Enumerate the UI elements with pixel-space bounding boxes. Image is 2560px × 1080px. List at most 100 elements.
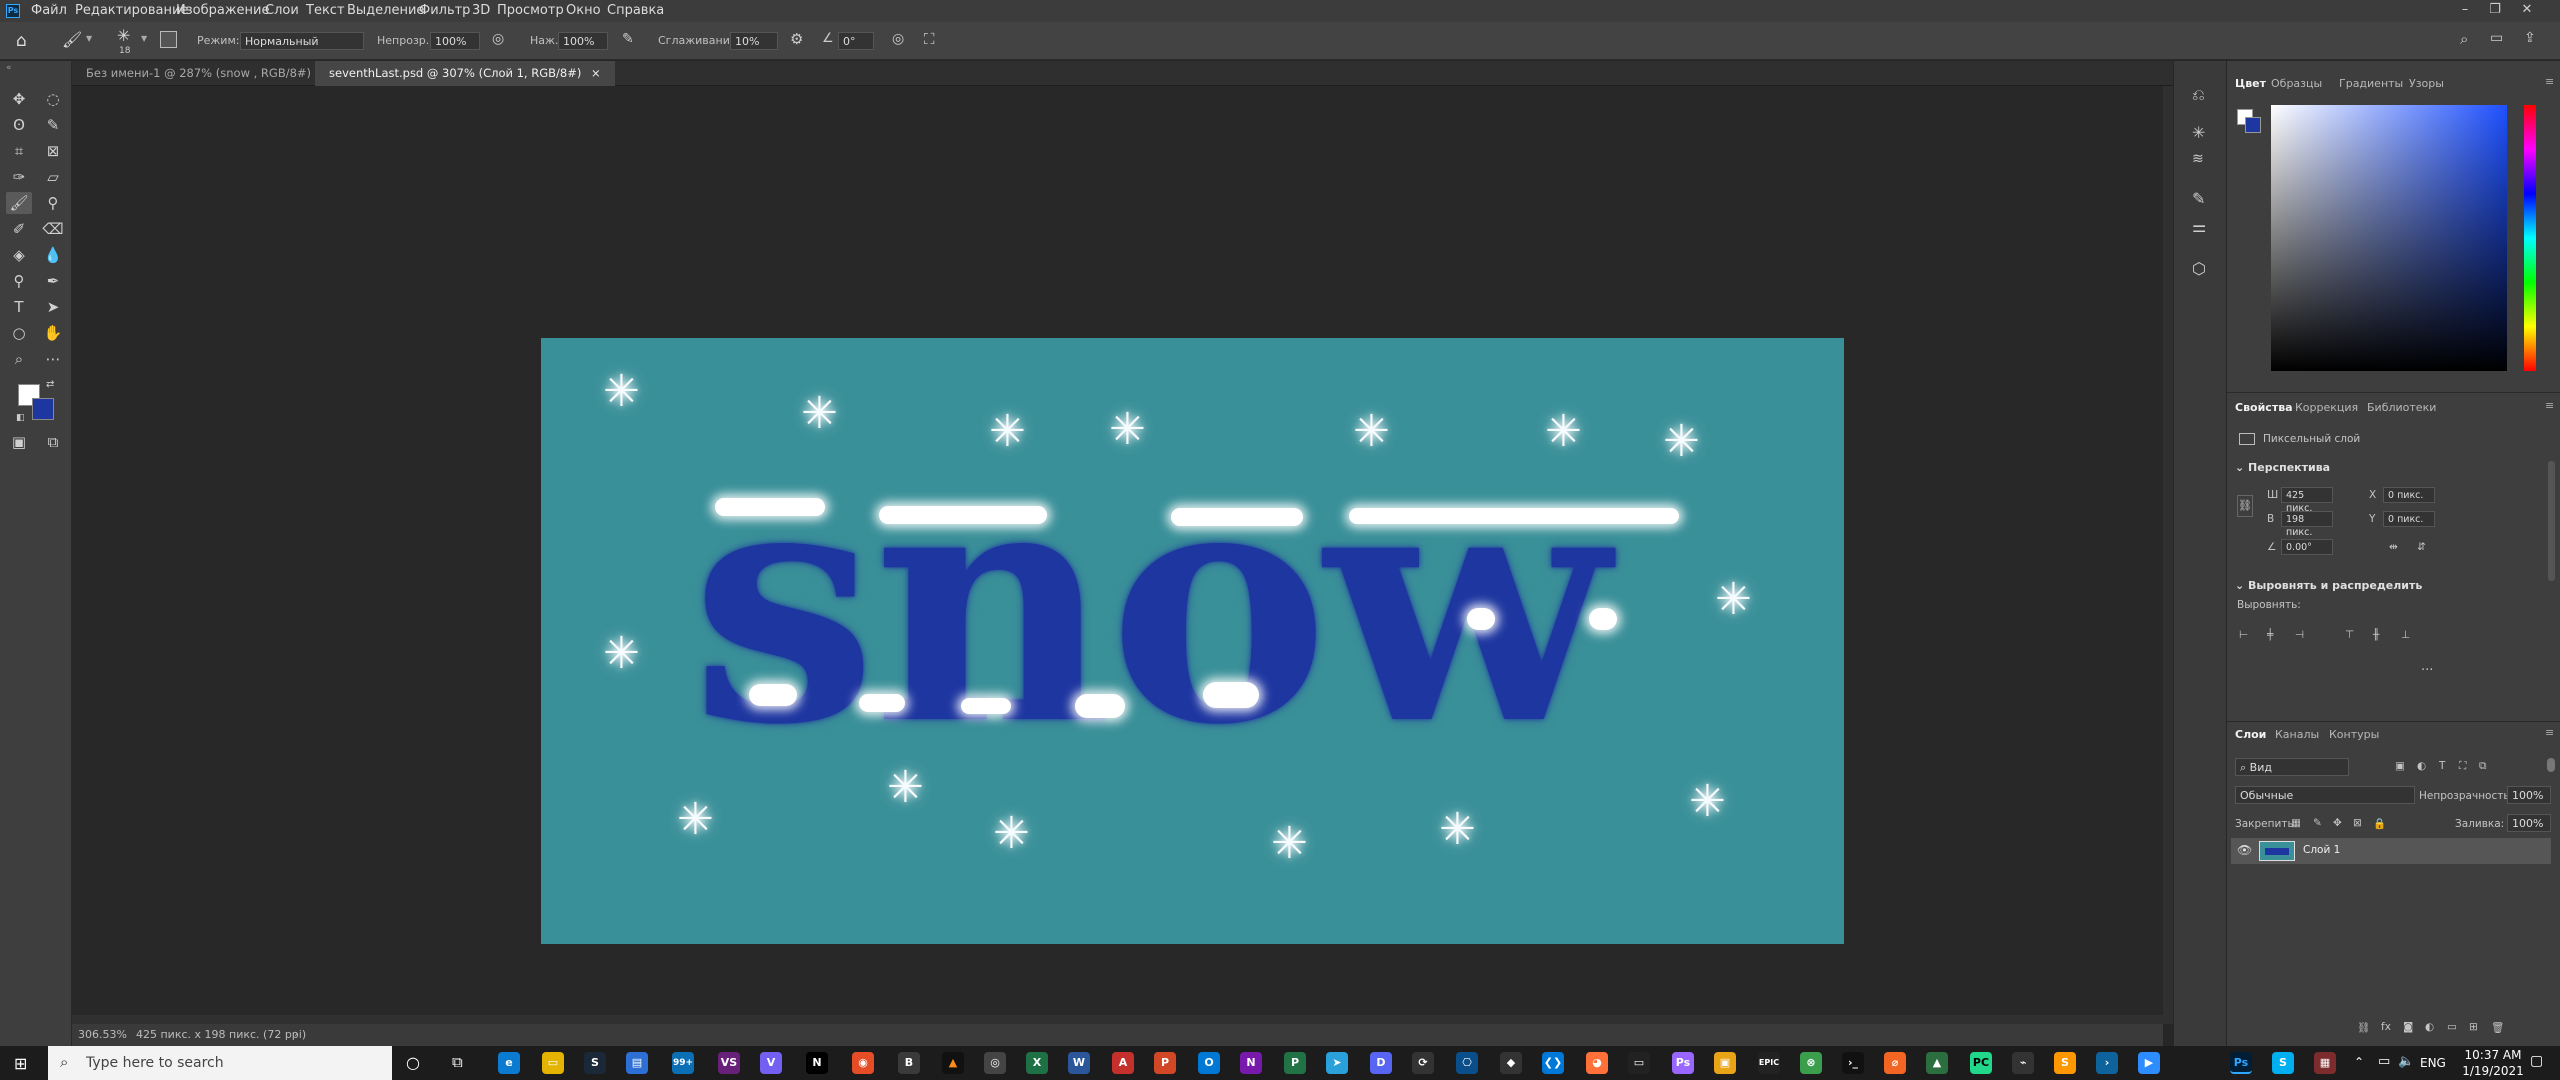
menu-edit[interactable]: Редактирование (75, 3, 188, 18)
quick-select-tool-icon[interactable]: ✎ (40, 114, 66, 136)
photoshop-taskbar-icon[interactable]: Ps (2230, 1052, 2252, 1074)
workspace-icon[interactable]: ▭ (2490, 30, 2503, 46)
stamp-tool-icon[interactable]: ⚲ (40, 192, 66, 214)
excel-icon[interactable]: X (1026, 1052, 1048, 1074)
hue-slider[interactable] (2524, 105, 2536, 371)
crop-tool-icon[interactable]: ⌗ (6, 140, 32, 162)
link-layers-icon[interactable]: ⛓ (2357, 1021, 2370, 1034)
network-app-icon[interactable]: ⎔ (1456, 1052, 1478, 1074)
discord-icon[interactable]: D (1370, 1052, 1392, 1074)
sync-icon[interactable]: ⟳ (1412, 1052, 1434, 1074)
store-icon[interactable]: ▤ (626, 1052, 648, 1074)
horizontal-scrollbar[interactable] (72, 1015, 2163, 1024)
tab-channels[interactable]: Каналы (2275, 728, 2319, 741)
zoom-tool-icon[interactable]: ⌕ (6, 348, 32, 370)
menu-type[interactable]: Текст (306, 3, 345, 18)
brush-tool-icon[interactable]: 🖌 (6, 192, 32, 214)
properties-scrollbar[interactable] (2548, 461, 2555, 581)
panel-menu-icon[interactable]: ≡ (2545, 75, 2554, 88)
menu-select[interactable]: Выделение (347, 3, 424, 18)
paint-bucket-tool-icon[interactable]: ◈ (6, 244, 32, 266)
gear-icon[interactable]: ⚙ (790, 30, 803, 48)
brave-icon[interactable]: B (898, 1052, 920, 1074)
clock-date[interactable]: 1/19/2021 (2462, 1064, 2524, 1078)
file-explorer-icon[interactable]: ▭ (542, 1052, 564, 1074)
git-icon[interactable]: ◆ (1500, 1052, 1522, 1074)
symmetry-icon[interactable]: ⛶ (924, 30, 935, 48)
network-icon[interactable]: ⌁ (2012, 1052, 2034, 1074)
history-panel-icon[interactable]: ⎌ (2192, 85, 2205, 105)
lock-pixels-icon[interactable]: ✎ (2313, 817, 2322, 829)
layer-filter-select[interactable]: ⌕ Вид (2235, 758, 2349, 776)
obs-icon[interactable]: ◎ (984, 1052, 1006, 1074)
flow-input[interactable]: 100% (558, 32, 608, 50)
move-tool-icon[interactable]: ✥ (6, 88, 32, 110)
menu-file[interactable]: Файл (31, 3, 67, 18)
filter-shape-icon[interactable]: ⛶ (2459, 760, 2466, 773)
brushes-panel-icon[interactable]: ✳ (2192, 123, 2205, 142)
chevron-right-icon[interactable]: › (294, 1027, 298, 1040)
panel-menu-icon[interactable]: ≡ (2545, 726, 2554, 739)
home-icon[interactable]: ⌂ (16, 31, 27, 51)
filter-smart-icon[interactable]: ⧉ (2479, 760, 2487, 773)
chevron-down-icon[interactable]: ▼ (141, 34, 147, 43)
viber-icon[interactable]: V (760, 1052, 782, 1074)
path-select-tool-icon[interactable]: ➤ (40, 296, 66, 318)
tab-untitled[interactable]: Без имени-1 @ 287% (snow , RGB/8#) * × (72, 61, 354, 86)
folder-app-icon[interactable]: ▣ (1714, 1052, 1736, 1074)
filter-adjustment-icon[interactable]: ◐ (2417, 760, 2426, 772)
group-icon[interactable]: ▭ (2447, 1021, 2457, 1033)
volume-icon[interactable]: 🔈 (2398, 1054, 2414, 1069)
filter-type-icon[interactable]: T (2439, 760, 2445, 772)
sublime-icon[interactable]: S (2054, 1052, 2076, 1074)
marquee-tool-icon[interactable]: ◌ (40, 88, 66, 110)
type-tool-icon[interactable]: T (6, 296, 32, 318)
lasso-tool-icon[interactable]: ʘ (6, 114, 32, 136)
more-tools-icon[interactable]: ⋯ (40, 348, 66, 370)
notifications-icon[interactable]: ▢ (2530, 1053, 2543, 1069)
taskbar-search[interactable]: ⌕ Type here to search (48, 1046, 392, 1080)
section-align[interactable]: ⌄ Выровнять и распределить (2235, 579, 2422, 592)
zoom-level[interactable]: 306.53% (78, 1028, 127, 1041)
edge-icon[interactable]: e (498, 1052, 520, 1074)
airbrush-icon[interactable]: ✎ (622, 31, 634, 47)
telegram-icon[interactable]: ➤ (1326, 1052, 1348, 1074)
ruler-tool-icon[interactable]: ▱ (40, 166, 66, 188)
align-right-icon[interactable]: ⊣ (2295, 629, 2304, 641)
brush-settings-icon[interactable] (160, 31, 177, 48)
canvas-area[interactable]: ✳ ✳ ✳ ✳ ✳ ✳ ✳ ✳ ✳ ✳ ✳ ✳ ✳ ✳ ✳ snow (72, 86, 2163, 1024)
windows-start-icon[interactable]: ⊞ (14, 1054, 27, 1073)
pen-tool-icon[interactable]: ✒ (40, 270, 66, 292)
blend-mode-select[interactable]: Обычные (2235, 786, 2415, 804)
align-bottom-icon[interactable]: ⊥ (2401, 629, 2410, 641)
task-view-icon[interactable]: ⧉ (452, 1053, 463, 1071)
dodge-tool-icon[interactable]: ⚲ (6, 270, 32, 292)
vertical-scrollbar[interactable] (2163, 86, 2173, 1024)
ellipse-tool-icon[interactable]: ○ (6, 322, 32, 344)
onenote-icon[interactable]: N (1240, 1052, 1262, 1074)
mode-select[interactable]: Нормальный (240, 32, 364, 50)
color-picker-field[interactable] (2271, 105, 2507, 371)
fill-input[interactable]: 100% (2507, 814, 2551, 832)
brush-settings-panel-icon[interactable]: ≋ (2192, 151, 2204, 167)
hand-tool-icon[interactable]: ✋ (40, 322, 66, 344)
chevron-down-icon[interactable]: ▼ (86, 34, 92, 43)
close-icon[interactable]: × (591, 66, 601, 80)
frame-tool-icon[interactable]: ⊠ (40, 140, 66, 162)
flip-horizontal-icon[interactable]: ⇹ (2389, 541, 2398, 553)
chrome-icon[interactable]: ◉ (852, 1052, 874, 1074)
3d-panel-icon[interactable]: ⬡ (2192, 259, 2206, 278)
lock-all-icon[interactable]: 🔒 (2373, 817, 2386, 830)
terminal-icon[interactable]: ▭ (1628, 1052, 1650, 1074)
lock-artboard-icon[interactable]: ⊠ (2353, 817, 2362, 829)
link-icon[interactable]: ⛓ (2237, 495, 2253, 517)
menu-view[interactable]: Просмотр (497, 3, 564, 18)
flip-vertical-icon[interactable]: ⇵ (2417, 541, 2426, 553)
screen-mode-icon[interactable]: ⧉ (40, 431, 66, 453)
x-input[interactable]: 0 пикс. (2383, 487, 2435, 503)
angle-input[interactable]: 0° (838, 32, 874, 50)
postman-icon[interactable]: ⌀ (1884, 1052, 1906, 1074)
acrobat-icon[interactable]: A (1112, 1052, 1134, 1074)
restore-button[interactable]: ❐ (2480, 2, 2510, 17)
align-vcenter-icon[interactable]: ╫ (2373, 629, 2379, 641)
